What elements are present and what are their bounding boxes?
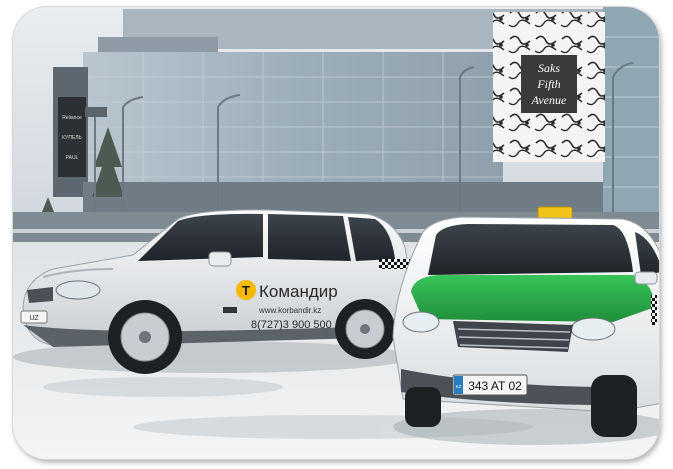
- pole-sign-line1: Reliance: [62, 115, 82, 121]
- suv-left-rear-wheel: [335, 299, 395, 359]
- pole-sign-line3: PAUL: [66, 155, 79, 161]
- taxi-roof-light: [537, 206, 573, 220]
- brand-name: Командир: [259, 282, 338, 301]
- pole-sign-line2: КУПЕЛЬ: [62, 135, 82, 141]
- suv-right: KZ 343 AT 02: [392, 206, 659, 445]
- suv-right-plate-text: 343 AT 02: [468, 379, 522, 393]
- brand-website: www.korbandir.kz: [258, 306, 321, 315]
- pole-sign: Reliance КУПЕЛЬ PAUL: [58, 97, 86, 177]
- street-photo: Saks Fifth Avenue Reliance КУПЕЛЬ PAUL U…: [13, 7, 659, 459]
- brand-phone: 8(727)3 900 500: [251, 319, 332, 331]
- green-hood: [411, 275, 655, 322]
- plate-country: KZ: [456, 384, 462, 389]
- saks-facade: Saks Fifth Avenue: [493, 12, 605, 162]
- photo-frame: Saks Fifth Avenue Reliance КУПЕЛЬ PAUL U…: [13, 7, 659, 459]
- suv-left-plate-text: UZ: [29, 315, 39, 322]
- saks-sign-line2: Fifth: [536, 77, 560, 91]
- suv-left-front-wheel: [108, 300, 182, 374]
- small-logo-strip: [223, 307, 237, 313]
- saks-sign-line1: Saks: [538, 61, 560, 75]
- komandir-logo-letter: Т: [242, 283, 250, 298]
- suv-right-front-left-wheel: [405, 387, 441, 427]
- suv-right-front-right-wheel: [591, 375, 637, 437]
- side-mirror: [208, 251, 232, 267]
- saks-sign-line3: Avenue: [531, 93, 567, 107]
